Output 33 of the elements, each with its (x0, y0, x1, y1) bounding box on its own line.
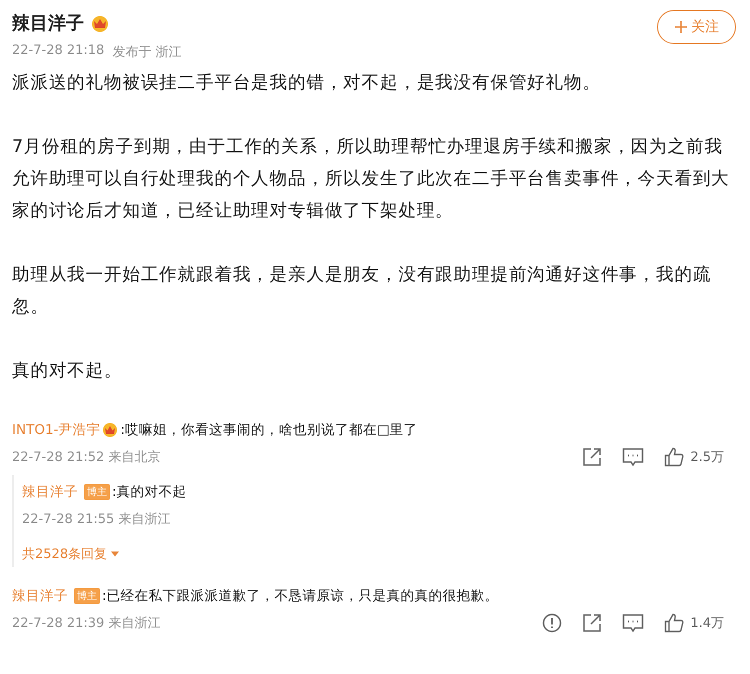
share-icon[interactable] (582, 447, 602, 467)
plus-icon (674, 20, 688, 34)
crown-icon (90, 14, 110, 32)
comment-text: :已经在私下跟派派道歉了，不恳请原谅，只是真的真的很抱歉。 (102, 587, 499, 605)
post-location: 发布于 浙江 (112, 44, 182, 61)
commenter-name[interactable]: INTO1-尹浩宇 (12, 421, 100, 439)
reply-text: :真的对不起 (112, 483, 187, 501)
comment-text: :哎嘛姐，你看这事闹的，啥也别说了都在□里了 (120, 421, 418, 439)
comment-time: 22-7-28 21:52 来自北京 (12, 449, 160, 466)
post-paragraph: 7月份租的房子到期，由于工作的关系，所以助理帮忙办理退房手续和搬家，因为之前我允许助理可以自行处理我的个人物品，所以发生了此次在二手平台售卖事件，今天看到大家的讨论后才知道，已经让助理对专辑做了下架处理。 (12, 136, 731, 223)
like-count: 1.4万 (690, 615, 724, 632)
blogger-badge: 博主 (84, 484, 110, 500)
post-paragraph: 真的对不起。 (12, 360, 124, 383)
post-paragraph: 助理从我一开始工作就跟着我，是亲人是朋友，没有跟助理提前沟通好这件事，我的疏忽。 (12, 264, 712, 319)
comment-icon[interactable] (622, 447, 644, 467)
caret-icon (110, 550, 120, 558)
follow-button[interactable]: 关注 (657, 10, 736, 44)
commenter-name[interactable]: 辣目洋子 (12, 587, 68, 605)
like-icon[interactable] (664, 447, 684, 467)
share-icon[interactable] (582, 613, 602, 633)
comment-time: 22-7-28 21:39 来自浙江 (12, 615, 160, 632)
like-icon[interactable] (664, 613, 684, 633)
post-time: 22-7-28 21:18 (12, 43, 104, 60)
report-icon[interactable] (542, 613, 562, 633)
more-replies-link[interactable]: 共2528条回复 (22, 541, 120, 567)
comment-icon[interactable] (622, 613, 644, 633)
post-paragraph: 派派送的礼物被误挂二手平台是我的错，对不起，是我没有保管好礼物。 (12, 72, 602, 95)
replier-name[interactable]: 辣目洋子 (22, 483, 78, 501)
like-count: 2.5万 (690, 449, 724, 466)
author-name[interactable]: 辣目洋子 (12, 11, 84, 35)
reply-time: 22-7-28 21:55 来自浙江 (22, 511, 170, 528)
blogger-badge: 博主 (74, 588, 100, 604)
crown-icon (102, 422, 118, 438)
